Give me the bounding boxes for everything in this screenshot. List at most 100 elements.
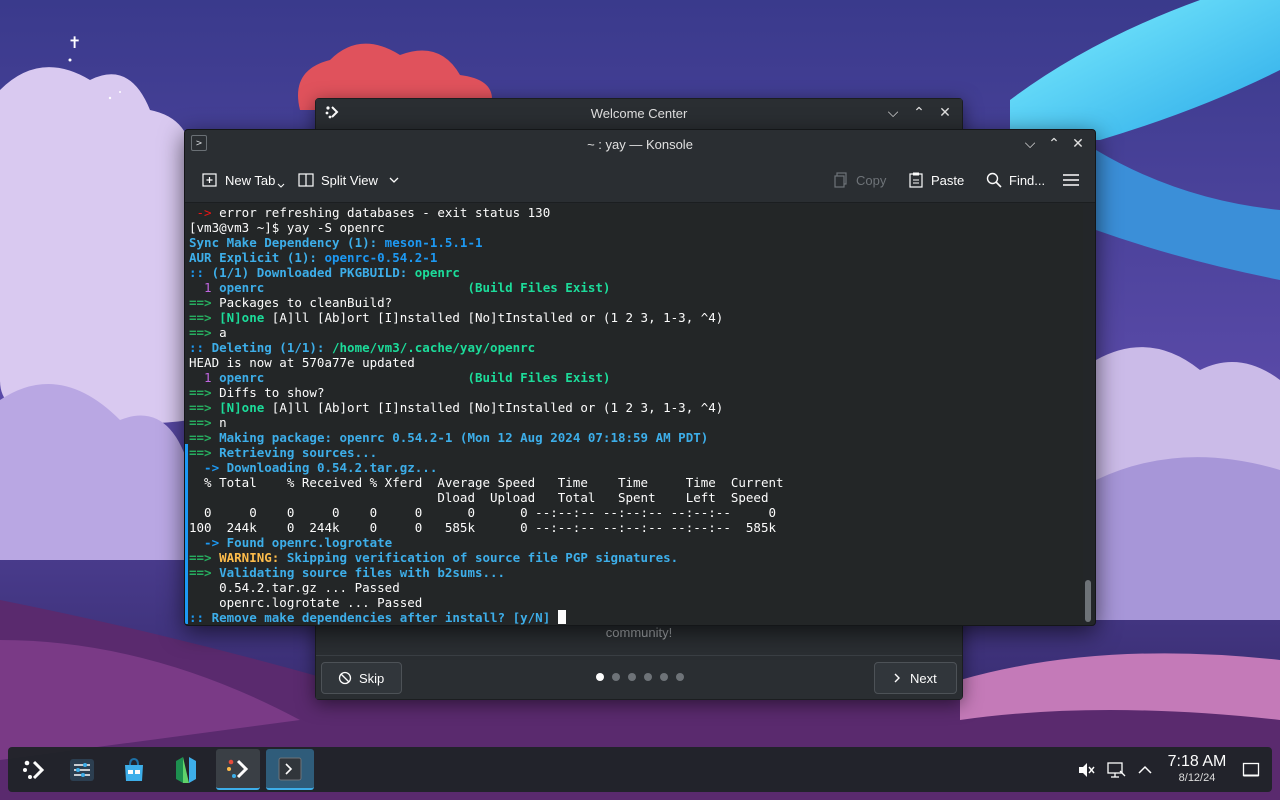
volume-muted-icon[interactable] [1076,760,1096,780]
terminal-text: -> [189,205,220,220]
page-dot[interactable] [660,673,668,681]
page-dot[interactable] [644,673,652,681]
chevron-down-icon[interactable] [277,182,285,190]
terminal-text: ==> [189,550,220,565]
paste-icon [909,172,923,188]
terminal-line: ==> [N]one [A]ll [Ab]ort [I]nstalled [No… [187,400,1083,415]
discover-store-button[interactable] [112,749,156,790]
split-view-button[interactable]: Split View [297,170,400,190]
terminal-cursor [557,610,566,624]
show-desktop-area [1242,747,1260,792]
terminal-line: 1 openrc (Build Files Exist) [187,280,1083,295]
close-icon[interactable]: ✕ [936,103,954,121]
show-desktop-icon[interactable] [1242,761,1260,779]
shopping-bag-icon [125,757,143,781]
welcome-center-task[interactable] [216,749,260,790]
page-dot[interactable] [628,673,636,681]
terminal-text: -> [189,535,227,550]
terminal-text: 0 0 0 0 0 0 0 0 --:--:-- --:--:-- --:--:… [189,505,776,520]
page-dot[interactable] [612,673,620,681]
terminal-text: meson-1.5.1-1 [384,235,483,250]
terminal-text: HEAD is now at 570a77e updated [189,355,415,370]
next-button[interactable]: Next [874,662,957,694]
terminal-line: openrc.logrotate ... Passed [187,595,1083,610]
terminal-scrollbar[interactable] [1085,580,1091,622]
terminal-text: -> [189,460,227,475]
maximize-icon[interactable]: ⌃ [1045,134,1063,152]
terminal-text: openrc [219,280,468,295]
next-label: Next [910,670,937,686]
paste-button[interactable]: Paste [907,170,964,190]
terminal-text: a [219,325,227,340]
konsole-task[interactable] [266,749,314,790]
svg-text:✝: ✝ [68,33,81,52]
maximize-icon[interactable]: ⌃ [910,103,928,121]
terminal-line: ==> WARNING: Skipping verification of so… [187,550,1083,565]
terminal-line: [vm3@vm3 ~]$ yay -S openrc [187,220,1083,235]
hamburger-menu-icon [1063,174,1079,186]
neovim-button[interactable] [164,749,208,790]
network-wired-icon[interactable] [1106,760,1126,780]
minimize-icon[interactable]: ⌵ [1021,134,1039,152]
terminal-text: AUR Explicit (1): [189,250,325,265]
page-dot[interactable] [596,673,604,681]
terminal-text: Making package: openrc 0.54.2-1 (Mon 12 … [219,430,709,445]
skip-button[interactable]: Skip [321,662,402,694]
terminal-line: ==> [N]one [A]ll [Ab]ort [I]nstalled [No… [187,310,1083,325]
terminal-line: ==> Packages to cleanBuild? [187,295,1083,310]
welcome-titlebar[interactable]: Welcome Center ⌵ ⌃ ✕ [316,99,962,127]
minimize-icon[interactable]: ⌵ [884,103,902,121]
terminal-text: openrc [219,370,468,385]
chevron-up-icon[interactable] [1136,761,1154,779]
terminal-text: error refreshing databases - exit status… [219,205,551,220]
clock-date: 8/12/24 [1178,772,1216,784]
hamburger-menu-button[interactable] [1062,170,1080,190]
find-label: Find... [1009,172,1046,188]
terminal-text: Diffs to show? [219,385,325,400]
taskbar: 7:18 AM 8/12/24 [8,747,1272,792]
find-button[interactable]: Find... [985,170,1045,190]
terminal-text: Packages to cleanBuild? [219,295,393,310]
terminal-text: ==> [189,565,220,580]
settings-sliders-icon [70,758,94,781]
system-settings-button[interactable] [60,749,104,790]
terminal-text: ==> [189,430,220,445]
konsole-titlebar[interactable]: > ~ : yay — Konsole ⌵ ⌃ ✕ [185,130,1095,158]
kde-logo-icon [227,759,249,778]
konsole-window[interactable]: > ~ : yay — Konsole ⌵ ⌃ ✕ New Tab Split [184,129,1096,626]
terminal-line: AUR Explicit (1): openrc-0.54.2-1 [187,250,1083,265]
terminal-line: :: Deleting (1/1): /home/vm3/.cache/yay/… [187,340,1083,355]
terminal-text: 1 [189,280,220,295]
close-icon[interactable]: ✕ [1069,134,1087,152]
terminal-line: ==> Validating source files with b2sums.… [187,565,1083,580]
system-tray [1076,747,1154,792]
clock-time: 7:18 AM [1167,753,1227,770]
skip-label: Skip [359,670,385,686]
terminal-text: (Build Files Exist) [467,370,611,385]
digital-clock[interactable]: 7:18 AM 8/12/24 [1162,753,1232,785]
terminal-text: Sync Make Dependency (1): [189,235,385,250]
new-tab-button[interactable]: New Tab [201,170,285,190]
terminal-line: 0.54.2.tar.gz ... Passed [187,580,1083,595]
terminal-text: [A]ll [Ab]ort [I]nstalled [No]tInstalled… [271,400,724,415]
terminal-text: Retrieving sources... [219,445,378,460]
page-dot[interactable] [676,673,684,681]
application-launcher-button[interactable] [12,749,56,790]
terminal-text: Deleting (1/1): [211,340,332,355]
terminal-text: Skipping verification of source file PGP… [286,550,679,565]
terminal-line: :: Remove make dependencies after instal… [187,610,1083,625]
terminal-text: 0.54.2.tar.gz ... Passed [189,580,400,595]
terminal-text: ==> [189,325,220,340]
new-tab-icon [202,173,217,187]
terminal-text: 1 [189,370,220,385]
chevron-down-icon[interactable] [388,174,400,186]
copy-button[interactable]: Copy [832,170,886,190]
terminal-text: openrc.logrotate ... Passed [189,595,423,610]
terminal-output[interactable]: -> error refreshing databases - exit sta… [187,204,1083,625]
copy-icon [834,172,847,188]
terminal-line: ==> Retrieving sources... [187,445,1083,460]
terminal-line: -> Downloading 0.54.2.tar.gz... [187,460,1083,475]
terminal-icon [278,757,302,780]
terminal-line: Sync Make Dependency (1): meson-1.5.1-1 [187,235,1083,250]
terminal-text: Remove make dependencies after install? … [211,610,558,625]
